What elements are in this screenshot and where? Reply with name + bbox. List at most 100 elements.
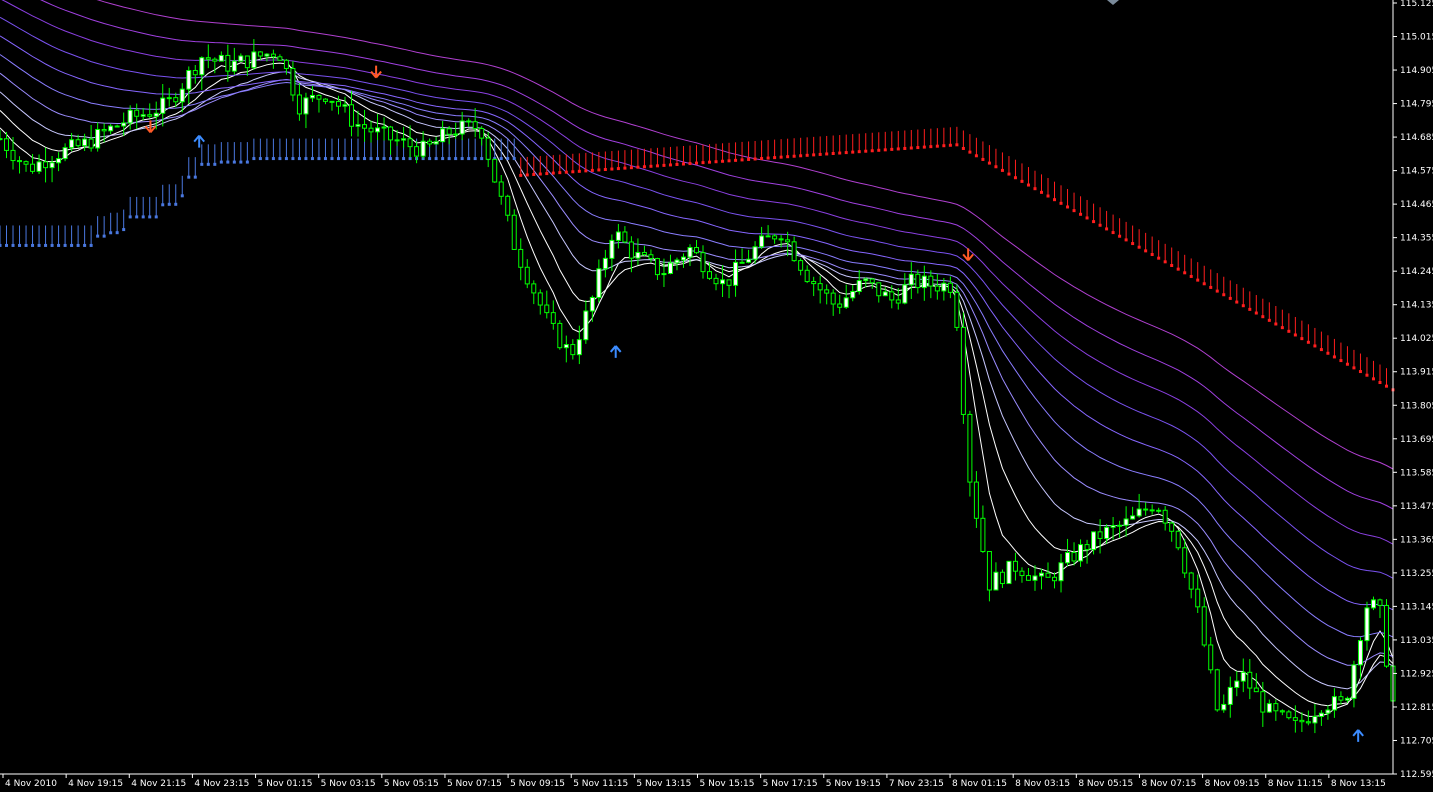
candle-body	[811, 281, 817, 285]
candle-body	[466, 120, 472, 123]
trail-stop-dot	[1352, 366, 1356, 370]
candle-body	[791, 241, 797, 262]
candle-body	[69, 139, 75, 149]
price-tick-label: 114.135	[1400, 301, 1433, 311]
candle-body	[1266, 703, 1272, 713]
candle-body	[921, 275, 927, 289]
trail-stop-dot	[747, 157, 751, 161]
trail-stop-dot	[148, 215, 152, 219]
trail-stop-dot	[382, 157, 386, 161]
candle-body	[856, 280, 862, 292]
price-tick-label: 113.695	[1400, 435, 1433, 445]
trail-stop-dot	[1039, 190, 1043, 194]
trail-stop-dot	[981, 157, 985, 161]
candle-body	[863, 278, 869, 282]
candle-body	[1247, 671, 1253, 689]
trail-stop-dot	[727, 159, 731, 163]
trail-stop-dot	[1300, 337, 1304, 341]
trail-stop-dot	[961, 146, 965, 150]
candle-body	[674, 259, 680, 264]
candle-body	[707, 271, 713, 279]
candle-body	[889, 291, 895, 301]
candle-body	[615, 231, 621, 241]
candle-body	[62, 147, 68, 160]
candle-body	[1130, 515, 1136, 520]
candle-body	[1032, 575, 1038, 581]
candle-body	[427, 140, 433, 145]
trail-stop-dot	[538, 172, 542, 176]
candle-body	[140, 114, 146, 117]
trail-stop-dot	[525, 173, 529, 177]
trail-stop-dot	[831, 151, 835, 155]
trail-stop-dot	[883, 148, 887, 152]
trail-stop-dot	[701, 161, 705, 165]
trail-stop-dot	[50, 243, 54, 247]
candle-body	[654, 258, 660, 276]
candle-body	[36, 161, 42, 172]
trail-stop-dot	[1118, 234, 1122, 238]
trail-stop-dot	[786, 155, 790, 159]
candle-body	[160, 97, 166, 114]
candle-body	[733, 261, 739, 286]
trail-stop-dot	[499, 157, 503, 161]
candle-body	[694, 247, 699, 254]
candle-body	[303, 97, 309, 115]
trail-stop-dot	[323, 157, 327, 161]
trail-stop-dot	[128, 215, 132, 219]
candle-body	[101, 128, 107, 132]
trail-stop-dot	[942, 144, 946, 148]
trail-stop-dot	[336, 157, 340, 161]
trail-stop-dot	[1287, 329, 1291, 333]
trail-stop-dot	[226, 160, 230, 164]
trail-stop-dot	[1241, 304, 1245, 308]
price-chart[interactable]: 115.125 115.015 114.905 114.795 114.685 114.5…	[0, 0, 1433, 792]
time-tick-label: 5 Nov 07:15	[447, 779, 502, 789]
candle-body	[446, 128, 452, 135]
candle-body	[147, 114, 153, 117]
candle-body	[1234, 680, 1240, 688]
trail-stop-dot	[350, 157, 354, 161]
trail-stop-dot	[851, 150, 855, 154]
trail-stop-dot	[955, 143, 959, 147]
trail-stop-dot	[753, 157, 757, 161]
trail-stop-dot	[577, 169, 581, 173]
time-tick-label: 8 Nov 01:15	[952, 779, 1007, 789]
candle-body	[88, 138, 94, 149]
trail-stop-dot	[610, 167, 614, 171]
price-tick-label: 113.805	[1400, 401, 1433, 411]
trail-stop-dot	[1274, 322, 1278, 326]
trail-stop-dot	[200, 162, 204, 166]
candle-body	[1097, 531, 1103, 539]
candle-body	[75, 139, 81, 147]
candle-body	[720, 279, 726, 285]
trail-stop-dot	[1235, 300, 1239, 304]
trail-stop-dot	[213, 162, 217, 166]
candle-body	[804, 269, 810, 283]
trail-stop-dot	[135, 215, 139, 219]
trail-stop-dot	[649, 164, 653, 168]
candle-body	[1364, 607, 1370, 642]
candle-body	[928, 275, 934, 287]
candle-body	[342, 104, 348, 107]
trail-stop-dot	[83, 243, 87, 247]
price-tick-label: 114.465	[1400, 200, 1433, 210]
trail-stop-dot	[1378, 381, 1382, 385]
candle-body	[17, 160, 23, 163]
trail-stop-dot	[1371, 377, 1375, 381]
trail-stop-dot	[545, 172, 549, 176]
trail-stop-dot	[662, 163, 666, 167]
candle-body	[192, 69, 198, 76]
trail-stop-dot	[291, 157, 295, 161]
candle-body	[121, 122, 127, 127]
price-tick-label: 113.255	[1400, 569, 1433, 579]
trail-stop-dot	[24, 243, 28, 247]
trail-stop-dot	[1261, 315, 1265, 319]
candle-body	[980, 517, 986, 553]
candle-body	[244, 55, 250, 69]
candle-body	[518, 248, 524, 268]
candle-body	[550, 312, 556, 324]
price-tick-label: 113.365	[1400, 535, 1433, 545]
candle-body	[362, 124, 368, 129]
candle-body	[563, 344, 569, 349]
candle-body	[934, 285, 940, 292]
